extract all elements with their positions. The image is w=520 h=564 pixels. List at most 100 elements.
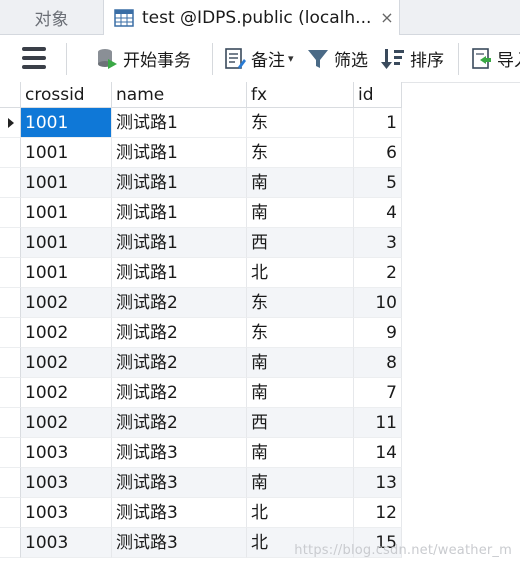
cell-name[interactable]: 测试路1: [112, 138, 247, 168]
row-header[interactable]: [0, 468, 21, 498]
cell-name[interactable]: 测试路1: [112, 228, 247, 258]
cell-id[interactable]: 7: [354, 378, 402, 408]
cell-fx[interactable]: 南: [247, 378, 354, 408]
cell-id[interactable]: 13: [354, 468, 402, 498]
row-header[interactable]: [0, 108, 21, 138]
cell-name[interactable]: 测试路1: [112, 108, 247, 138]
cell-fx[interactable]: 南: [247, 348, 354, 378]
cell-crossid[interactable]: 1002: [21, 408, 112, 438]
table-row[interactable]: 1002 测试路2 南 7: [0, 378, 402, 408]
close-icon[interactable]: ×: [375, 8, 399, 27]
cell-crossid[interactable]: 1001: [21, 198, 112, 228]
cell-crossid[interactable]: 1003: [21, 498, 112, 528]
cell-crossid[interactable]: 1002: [21, 378, 112, 408]
row-header[interactable]: [0, 318, 21, 348]
table-row[interactable]: 1001 测试路1 南 5: [0, 168, 402, 198]
row-header[interactable]: [0, 438, 21, 468]
tab-test-table[interactable]: test @IDPS.public (localh... ×: [104, 0, 400, 35]
table-row[interactable]: 1002 测试路2 东 10: [0, 288, 402, 318]
cell-crossid[interactable]: 1003: [21, 438, 112, 468]
cell-name[interactable]: 测试路3: [112, 498, 247, 528]
row-header[interactable]: [0, 528, 21, 558]
cell-id[interactable]: 12: [354, 498, 402, 528]
import-button[interactable]: 导入: [470, 35, 520, 82]
table-row[interactable]: 1003 测试路3 北 12: [0, 498, 402, 528]
cell-crossid[interactable]: 1002: [21, 288, 112, 318]
row-header[interactable]: [0, 408, 21, 438]
table-row[interactable]: 1003 测试路3 南 13: [0, 468, 402, 498]
cell-name[interactable]: 测试路2: [112, 288, 247, 318]
sort-button[interactable]: 排序: [381, 35, 444, 82]
cell-name[interactable]: 测试路3: [112, 528, 247, 558]
cell-crossid[interactable]: 1003: [21, 468, 112, 498]
row-header[interactable]: [0, 288, 21, 318]
table-row[interactable]: 1002 测试路2 南 8: [0, 348, 402, 378]
cell-name[interactable]: 测试路3: [112, 468, 247, 498]
cell-name[interactable]: 测试路2: [112, 408, 247, 438]
row-header[interactable]: [0, 498, 21, 528]
row-header[interactable]: [0, 378, 21, 408]
table-row[interactable]: 1001 测试路1 北 2: [0, 258, 402, 288]
row-header[interactable]: [0, 258, 21, 288]
row-header[interactable]: [0, 198, 21, 228]
table-row[interactable]: 1002 测试路2 东 9: [0, 318, 402, 348]
row-header[interactable]: [0, 228, 21, 258]
cell-fx[interactable]: 南: [247, 468, 354, 498]
filter-button[interactable]: 筛选: [307, 35, 368, 82]
cell-name[interactable]: 测试路1: [112, 258, 247, 288]
tab-objects[interactable]: 对象: [0, 0, 104, 34]
cell-fx[interactable]: 南: [247, 168, 354, 198]
cell-crossid[interactable]: 1001: [21, 138, 112, 168]
cell-id[interactable]: 9: [354, 318, 402, 348]
cell-fx[interactable]: 东: [247, 108, 354, 138]
cell-name[interactable]: 测试路2: [112, 348, 247, 378]
cell-crossid[interactable]: 1001: [21, 108, 112, 138]
cell-name[interactable]: 测试路1: [112, 198, 247, 228]
cell-id[interactable]: 2: [354, 258, 402, 288]
cell-id[interactable]: 6: [354, 138, 402, 168]
cell-crossid[interactable]: 1002: [21, 318, 112, 348]
memo-button[interactable]: 备注 ▾: [224, 35, 294, 82]
begin-transaction-button[interactable]: 开始事务: [96, 35, 191, 82]
cell-fx[interactable]: 南: [247, 438, 354, 468]
row-header[interactable]: [0, 168, 21, 198]
column-header-crossid[interactable]: crossid: [21, 82, 112, 108]
column-header-name[interactable]: name: [112, 82, 247, 108]
cell-id[interactable]: 3: [354, 228, 402, 258]
cell-fx[interactable]: 北: [247, 258, 354, 288]
cell-fx[interactable]: 东: [247, 288, 354, 318]
menu-icon[interactable]: [22, 47, 46, 69]
cell-crossid[interactable]: 1002: [21, 348, 112, 378]
cell-name[interactable]: 测试路2: [112, 378, 247, 408]
cell-crossid[interactable]: 1003: [21, 528, 112, 558]
table-row[interactable]: 1001 测试路1 西 3: [0, 228, 402, 258]
cell-id[interactable]: 5: [354, 168, 402, 198]
cell-fx[interactable]: 西: [247, 228, 354, 258]
cell-id[interactable]: 4: [354, 198, 402, 228]
cell-fx[interactable]: 北: [247, 498, 354, 528]
cell-crossid[interactable]: 1001: [21, 168, 112, 198]
cell-crossid[interactable]: 1001: [21, 258, 112, 288]
table-row[interactable]: 1001 测试路1 南 4: [0, 198, 402, 228]
cell-fx[interactable]: 南: [247, 198, 354, 228]
column-header-fx[interactable]: fx: [247, 82, 354, 108]
cell-crossid[interactable]: 1001: [21, 228, 112, 258]
cell-name[interactable]: 测试路2: [112, 318, 247, 348]
chevron-down-icon[interactable]: ▾: [288, 52, 294, 65]
cell-fx[interactable]: 西: [247, 408, 354, 438]
cell-name[interactable]: 测试路3: [112, 438, 247, 468]
row-header[interactable]: [0, 348, 21, 378]
cell-fx[interactable]: 东: [247, 318, 354, 348]
cell-id[interactable]: 8: [354, 348, 402, 378]
cell-id[interactable]: 1: [354, 108, 402, 138]
column-header-id[interactable]: id: [354, 82, 402, 108]
table-row[interactable]: 1001 测试路1 东 6: [0, 138, 402, 168]
row-header[interactable]: [0, 138, 21, 168]
cell-id[interactable]: 10: [354, 288, 402, 318]
cell-id[interactable]: 11: [354, 408, 402, 438]
table-row[interactable]: 1003 测试路3 南 14: [0, 438, 402, 468]
cell-id[interactable]: 14: [354, 438, 402, 468]
table-row[interactable]: 1001 测试路1 东 1: [0, 108, 402, 138]
table-row[interactable]: 1002 测试路2 西 11: [0, 408, 402, 438]
cell-name[interactable]: 测试路1: [112, 168, 247, 198]
